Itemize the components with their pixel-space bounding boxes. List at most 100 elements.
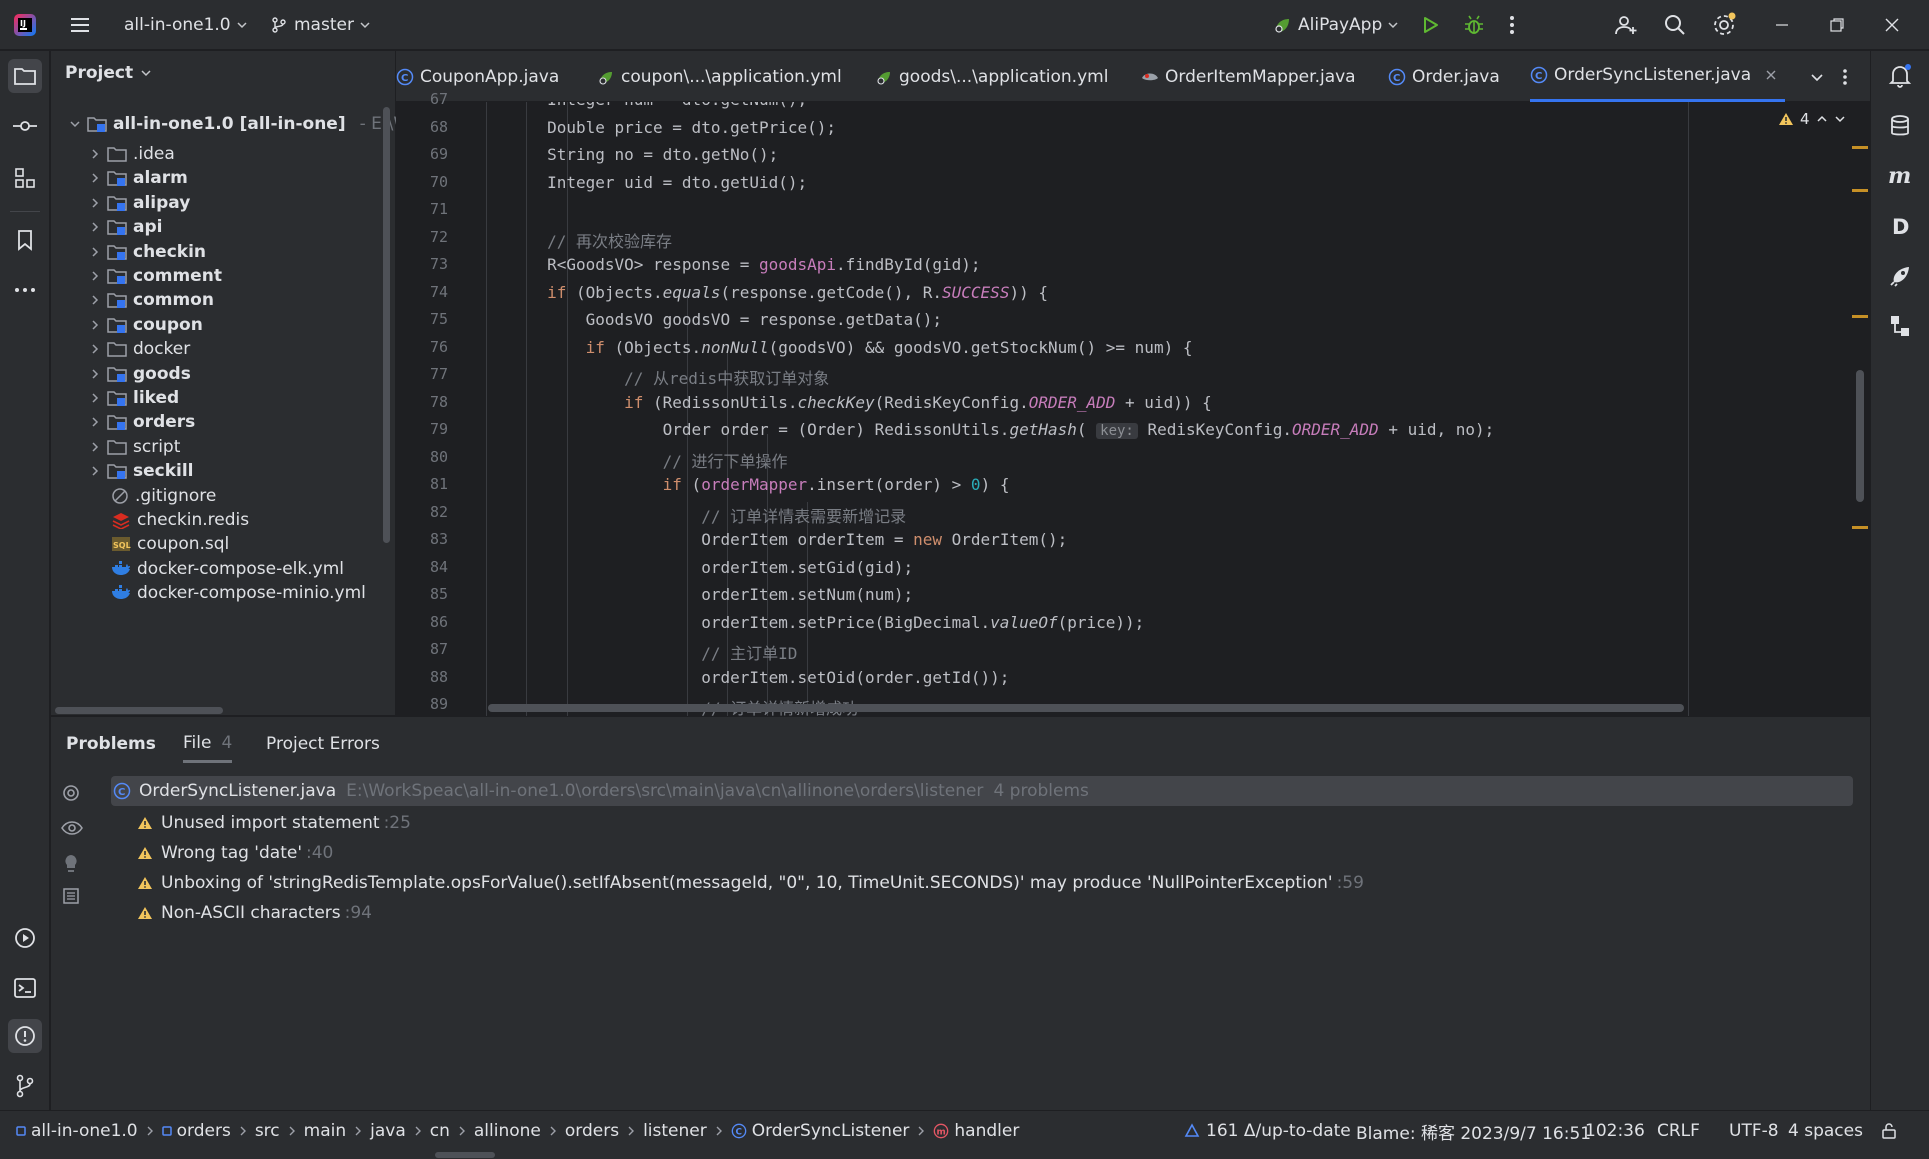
breadcrumb-item[interactable]: main <box>304 1121 346 1141</box>
caret-position[interactable]: 102:36 <box>1585 1111 1645 1151</box>
more-actions-icon[interactable] <box>1508 0 1516 50</box>
minimize-window-icon[interactable] <box>1774 0 1790 50</box>
deploy-tool-button[interactable] <box>1883 259 1917 293</box>
bookmarks-tool-button[interactable] <box>8 223 42 257</box>
breadcrumb-item[interactable]: all-in-one1.0 <box>16 1121 138 1141</box>
autoscroll-icon[interactable] <box>61 783 81 803</box>
project-panel-header[interactable]: Project <box>65 63 151 83</box>
docker-d-tool-button[interactable]: D <box>1883 209 1917 243</box>
warning-stripe-mark[interactable] <box>1852 146 1868 149</box>
branch-selector[interactable]: master <box>270 0 370 50</box>
project-selector[interactable]: all-in-one1.0 <box>124 0 247 50</box>
editor-horizontal-scrollbar[interactable] <box>488 704 1684 712</box>
terminal-tool-button[interactable] <box>8 971 42 1005</box>
quick-fix-bulb-icon[interactable] <box>63 853 79 875</box>
problem-item[interactable]: Unused import statement:25 <box>137 809 411 837</box>
preview-eye-icon[interactable] <box>61 819 83 837</box>
code-editor[interactable]: Integer num = dto.getNum(); Double price… <box>482 102 1870 716</box>
editor-tab[interactable]: goods\...\application.yml <box>875 51 1108 102</box>
code-line[interactable]: // 从redis中获取订单对象 <box>482 365 829 389</box>
services-tool-button[interactable] <box>8 921 42 955</box>
problem-file-row[interactable]: C OrderSyncListener.java E:\WorkSpeac\al… <box>111 776 1853 806</box>
main-menu-icon[interactable] <box>68 0 92 50</box>
code-line[interactable]: orderItem.setGid(gid); <box>482 558 913 577</box>
warning-stripe-mark[interactable] <box>1852 526 1868 529</box>
editor-tab[interactable]: OrderItemMapper.java <box>1141 51 1356 102</box>
inspections-widget[interactable]: 4 <box>1778 110 1846 128</box>
warning-stripe-mark[interactable] <box>1852 189 1868 192</box>
breadcrumb-item[interactable]: orders <box>565 1121 619 1141</box>
commit-tool-button[interactable] <box>8 109 42 143</box>
code-line[interactable]: orderItem.setOid(order.getId()); <box>482 668 1009 687</box>
editor-tab[interactable]: C OrderSyncListener.java <box>1530 51 1786 102</box>
breadcrumb-item[interactable]: m handler <box>933 1121 1019 1141</box>
tab-project-errors[interactable]: Project Errors <box>266 725 380 763</box>
maven-tool-button[interactable]: m <box>1883 159 1917 193</box>
breadcrumb-item[interactable]: C OrderSyncListener <box>731 1121 909 1141</box>
editor-vertical-scrollbar[interactable] <box>1856 370 1864 502</box>
code-line[interactable]: String no = dto.getNo(); <box>482 145 778 164</box>
code-line[interactable]: if (RedissonUtils.checkKey(RedisKeyConfi… <box>482 393 1212 412</box>
status-scroll-thumb[interactable] <box>435 1152 495 1158</box>
breadcrumb-item[interactable]: java <box>370 1121 406 1141</box>
structure-tool-button[interactable] <box>8 161 42 195</box>
warning-stripe-mark[interactable] <box>1852 315 1868 318</box>
file-encoding[interactable]: UTF-8 <box>1729 1111 1779 1151</box>
tab-file[interactable]: File 4 <box>183 725 233 763</box>
editor-tab[interactable]: C CouponApp.java <box>396 51 559 102</box>
breadcrumb-item[interactable]: orders <box>161 1121 231 1141</box>
tree-root[interactable]: all-in-one1.0 [all-in-one] - E:\Wor <box>69 109 427 139</box>
chevron-up-icon[interactable] <box>1816 113 1828 125</box>
details-panel-icon[interactable] <box>62 887 80 905</box>
tree-item[interactable]: docker-compose-minio.yml <box>111 578 366 608</box>
breadcrumb-item[interactable]: src <box>255 1121 280 1141</box>
code-line[interactable]: OrderItem orderItem = new OrderItem(); <box>482 530 1067 549</box>
problem-item[interactable]: Wrong tag 'date':40 <box>137 839 333 867</box>
code-line[interactable]: if (Objects.nonNull(goodsVO) && goodsVO.… <box>482 338 1193 357</box>
code-line[interactable]: Order order = (Order) RedissonUtils.getH… <box>482 420 1494 439</box>
code-line[interactable]: // 再次校验库存 <box>482 228 672 252</box>
code-line[interactable]: // 进行下单操作 <box>482 448 788 472</box>
problem-item[interactable]: Unboxing of 'stringRedisTemplate.opsForV… <box>137 869 1364 897</box>
tab-actions-icon[interactable] <box>1842 51 1848 102</box>
database-tool-button[interactable] <box>1883 109 1917 143</box>
editor-tab[interactable]: coupon\...\application.yml <box>597 51 842 102</box>
line-separator[interactable]: CRLF <box>1657 1111 1700 1151</box>
run-button[interactable] <box>1420 0 1440 50</box>
notifications-tool-button[interactable] <box>1883 59 1917 93</box>
problems-tool-button[interactable] <box>8 1019 42 1053</box>
code-line[interactable]: orderItem.setPrice(BigDecimal.valueOf(pr… <box>482 613 1144 632</box>
problem-item[interactable]: Non-ASCII characters:94 <box>137 899 372 927</box>
dependencies-tool-button[interactable] <box>1883 309 1917 343</box>
code-line[interactable]: Double price = dto.getPrice(); <box>482 118 836 137</box>
code-line[interactable]: GoodsVO goodsVO = response.getData(); <box>482 310 942 329</box>
project-tool-button[interactable] <box>8 59 42 93</box>
code-line[interactable]: Integer uid = dto.getUid(); <box>482 173 807 192</box>
run-config-selector[interactable]: AliPayApp <box>1272 0 1398 50</box>
more-tools-icon[interactable] <box>8 273 42 307</box>
tabs-dropdown-icon[interactable] <box>1810 51 1824 102</box>
tree-horizontal-scrollbar[interactable] <box>55 707 223 714</box>
indent-setting[interactable]: 4 spaces <box>1788 1111 1863 1151</box>
code-line[interactable]: Integer num = dto.getNum(); <box>482 102 807 109</box>
breadcrumb-item[interactable]: cn <box>430 1121 450 1141</box>
code-line[interactable]: // 主订单ID <box>482 640 797 664</box>
restore-window-icon[interactable] <box>1829 0 1845 50</box>
debug-button[interactable] <box>1463 0 1485 50</box>
vcs-status[interactable]: 161 Δ/up-to-date <box>1184 1111 1351 1151</box>
editor-tab[interactable]: C Order.java <box>1388 51 1500 102</box>
tree-vertical-scrollbar[interactable] <box>383 107 390 543</box>
search-icon[interactable] <box>1663 0 1687 50</box>
code-line[interactable]: if (orderMapper.insert(order) > 0) { <box>482 475 1010 494</box>
breadcrumb-item[interactable]: listener <box>643 1121 707 1141</box>
code-with-me-icon[interactable] <box>1614 0 1638 50</box>
close-tab-icon[interactable] <box>1765 69 1777 81</box>
read-only-lock-icon[interactable] <box>1880 1111 1898 1151</box>
settings-gear-icon[interactable] <box>1711 0 1737 50</box>
code-line[interactable]: R<GoodsVO> response = goodsApi.findById(… <box>482 255 980 274</box>
git-tool-button[interactable] <box>8 1069 42 1103</box>
chevron-down-icon[interactable] <box>1834 113 1846 125</box>
code-line[interactable]: // 订单详情表需要新增记录 <box>482 503 906 527</box>
code-line[interactable]: orderItem.setNum(num); <box>482 585 913 604</box>
code-line[interactable]: if (Objects.equals(response.getCode(), R… <box>482 283 1048 302</box>
